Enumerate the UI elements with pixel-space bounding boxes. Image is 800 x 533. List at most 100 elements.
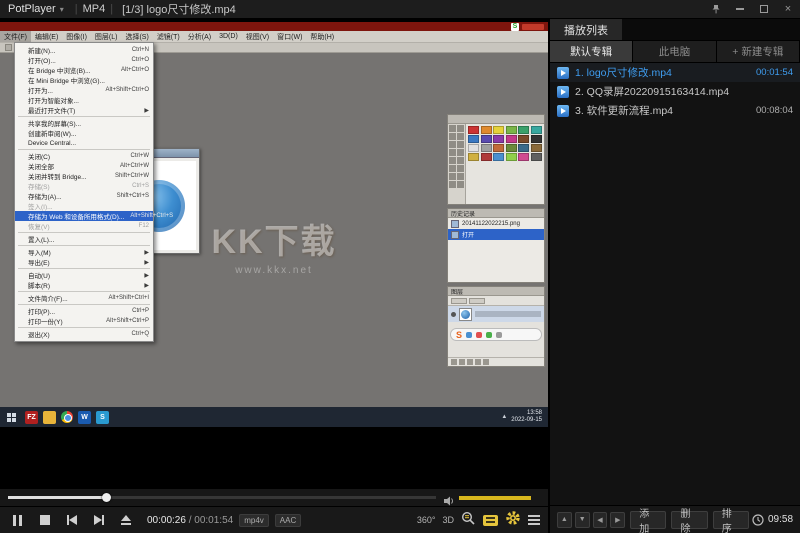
ps-tool-icon[interactable] <box>457 181 464 188</box>
color-swatch[interactable] <box>531 144 542 152</box>
app-menu-caret-icon[interactable]: ▾ <box>60 5 64 14</box>
ps-menu-item[interactable]: 图像(I) <box>62 31 91 42</box>
color-swatch[interactable] <box>506 126 517 134</box>
color-swatch[interactable] <box>518 153 529 161</box>
ps-menu-item[interactable]: 窗口(W) <box>273 31 306 42</box>
color-swatch[interactable] <box>481 135 492 143</box>
taskbar-app-icon[interactable]: W <box>78 411 91 424</box>
move-up-button[interactable]: ▲ <box>557 512 572 528</box>
file-menu-item[interactable]: 恢复(V)F12 <box>15 221 153 231</box>
close-button[interactable]: × <box>776 0 800 18</box>
color-swatch[interactable] <box>468 144 479 152</box>
playlist-item[interactable]: 2. QQ录屏20220915163414.mp4 <box>550 82 800 101</box>
file-menu-item[interactable]: 关闭全部Alt+Ctrl+W <box>15 161 153 171</box>
tab-playlist[interactable]: 播放列表 <box>550 19 622 40</box>
next-button[interactable] <box>85 507 112 533</box>
ps-tool-icon[interactable] <box>449 133 456 140</box>
playlist-item[interactable]: 1. logo尺寸修改.mp4 00:01:54 <box>550 63 800 82</box>
ps-tool-icon[interactable] <box>449 173 456 180</box>
add-button[interactable]: 添加 <box>630 511 666 529</box>
app-logo-text[interactable]: PotPlayer <box>0 3 60 15</box>
color-swatch[interactable] <box>481 126 492 134</box>
file-menu-item[interactable]: 置入(L)... <box>15 234 153 244</box>
color-swatch[interactable] <box>518 144 529 152</box>
settings-button[interactable] <box>505 510 521 531</box>
ps-history-step-row[interactable]: 打开 <box>448 229 544 240</box>
file-menu-item[interactable]: 打开为...Alt+Shift+Ctrl+O <box>15 85 153 95</box>
color-swatch[interactable] <box>468 126 479 134</box>
ps-menu-item[interactable]: 图层(L) <box>91 31 122 42</box>
taskbar-app-icon[interactable] <box>43 411 56 424</box>
file-menu-item[interactable]: 签入(I)... <box>15 201 153 211</box>
file-menu-item[interactable]: 脚本(R)▶ <box>15 280 153 290</box>
volume-slider[interactable] <box>459 496 531 500</box>
ps-menu-item[interactable]: 分析(A) <box>184 31 215 42</box>
maximize-button[interactable] <box>752 0 776 18</box>
ps-tool-icon[interactable] <box>449 181 456 188</box>
move-down-button[interactable]: ▼ <box>575 512 590 528</box>
color-swatch[interactable] <box>518 135 529 143</box>
color-swatch[interactable] <box>493 153 504 161</box>
color-swatch[interactable] <box>531 126 542 134</box>
previous-button[interactable] <box>58 507 85 533</box>
file-menu-item[interactable]: 关闭并转到 Bridge...Shift+Ctrl+W <box>15 171 153 181</box>
ps-tool-icon[interactable] <box>457 173 464 180</box>
taskbar-app-icon[interactable]: FZ <box>25 411 38 424</box>
color-swatch[interactable] <box>531 153 542 161</box>
ps-history-file-row[interactable]: 20141122022215.png <box>448 218 544 229</box>
tab-this-pc[interactable]: 此电脑 <box>633 41 716 62</box>
file-menu-item[interactable]: 关闭(C)Ctrl+W <box>15 151 153 161</box>
minimize-button[interactable] <box>728 0 752 18</box>
color-swatch[interactable] <box>481 144 492 152</box>
next-list-button[interactable]: ▶ <box>610 512 625 528</box>
search-zoom-button[interactable] <box>461 511 476 530</box>
file-menu-item[interactable]: 存储为(A)...Shift+Ctrl+S <box>15 191 153 201</box>
file-menu-item[interactable]: 打开(O)...Ctrl+O <box>15 55 153 65</box>
file-menu-item[interactable]: 打开为智能对象... <box>15 95 153 105</box>
audio-codec-badge[interactable]: AAC <box>275 514 301 527</box>
file-menu-item[interactable]: 导入(M)▶ <box>15 247 153 257</box>
playlist-item[interactable]: 3. 软件更新流程.mp4 00:08:04 <box>550 101 800 120</box>
color-swatch[interactable] <box>481 153 492 161</box>
tab-new-album[interactable]: + 新建专辑 <box>717 41 800 62</box>
file-menu-item[interactable]: 打印一份(Y)Alt+Shift+Ctrl+P <box>15 316 153 326</box>
ps-menu-item[interactable]: 编辑(E) <box>31 31 62 42</box>
ps-tool-icon[interactable] <box>457 125 464 132</box>
color-swatch[interactable] <box>493 135 504 143</box>
remove-button[interactable]: 删除 <box>671 511 707 529</box>
color-swatch[interactable] <box>493 126 504 134</box>
file-menu-item[interactable]: 在 Mini Bridge 中浏览(G)... <box>15 75 153 85</box>
color-swatch[interactable] <box>506 135 517 143</box>
taskbar-app-icon[interactable]: S <box>96 411 109 424</box>
color-swatch[interactable] <box>468 135 479 143</box>
color-swatch[interactable] <box>506 144 517 152</box>
chrome-icon[interactable] <box>61 411 73 423</box>
color-swatch[interactable] <box>468 153 479 161</box>
stop-button[interactable] <box>31 507 58 533</box>
ps-tool-icon[interactable] <box>449 149 456 156</box>
ps-tool-icon[interactable] <box>457 141 464 148</box>
file-menu-item[interactable]: 存储(S)Ctrl+S <box>15 181 153 191</box>
rotation-360-button[interactable]: 360° <box>417 515 436 525</box>
stereo-3d-button[interactable]: 3D <box>442 515 454 525</box>
file-menu-item[interactable]: 退出(X)Ctrl+Q <box>15 329 153 339</box>
file-menu-item[interactable]: 共享我的屏幕(S)... <box>15 118 153 128</box>
seek-bar[interactable] <box>8 496 436 499</box>
seek-handle[interactable] <box>102 493 111 502</box>
menu-button[interactable] <box>528 515 540 525</box>
video-codec-badge[interactable]: mp4v <box>239 514 269 527</box>
ps-tool-icon[interactable] <box>449 165 456 172</box>
subtitle-button[interactable] <box>483 515 498 526</box>
open-file-button[interactable] <box>112 507 139 533</box>
pause-button[interactable] <box>4 507 31 533</box>
sort-button[interactable]: 排序 <box>713 511 749 529</box>
tab-default-album[interactable]: 默认专辑 <box>550 41 633 62</box>
ps-tool-icon[interactable] <box>457 157 464 164</box>
file-menu-item[interactable]: 在 Bridge 中浏览(B)...Alt+Ctrl+O <box>15 65 153 75</box>
video-display[interactable]: S 文件(F)编辑(E)图像(I)图层(L)选择(S)滤镜(T)分析(A)3D(… <box>0 19 548 489</box>
file-menu-item[interactable]: Device Central... <box>15 138 153 148</box>
ps-tool-icon[interactable] <box>449 125 456 132</box>
file-menu-item[interactable]: 新建(N)...Ctrl+N <box>15 45 153 55</box>
ps-layer-row[interactable] <box>448 306 544 322</box>
ps-tool-icon[interactable] <box>449 157 456 164</box>
